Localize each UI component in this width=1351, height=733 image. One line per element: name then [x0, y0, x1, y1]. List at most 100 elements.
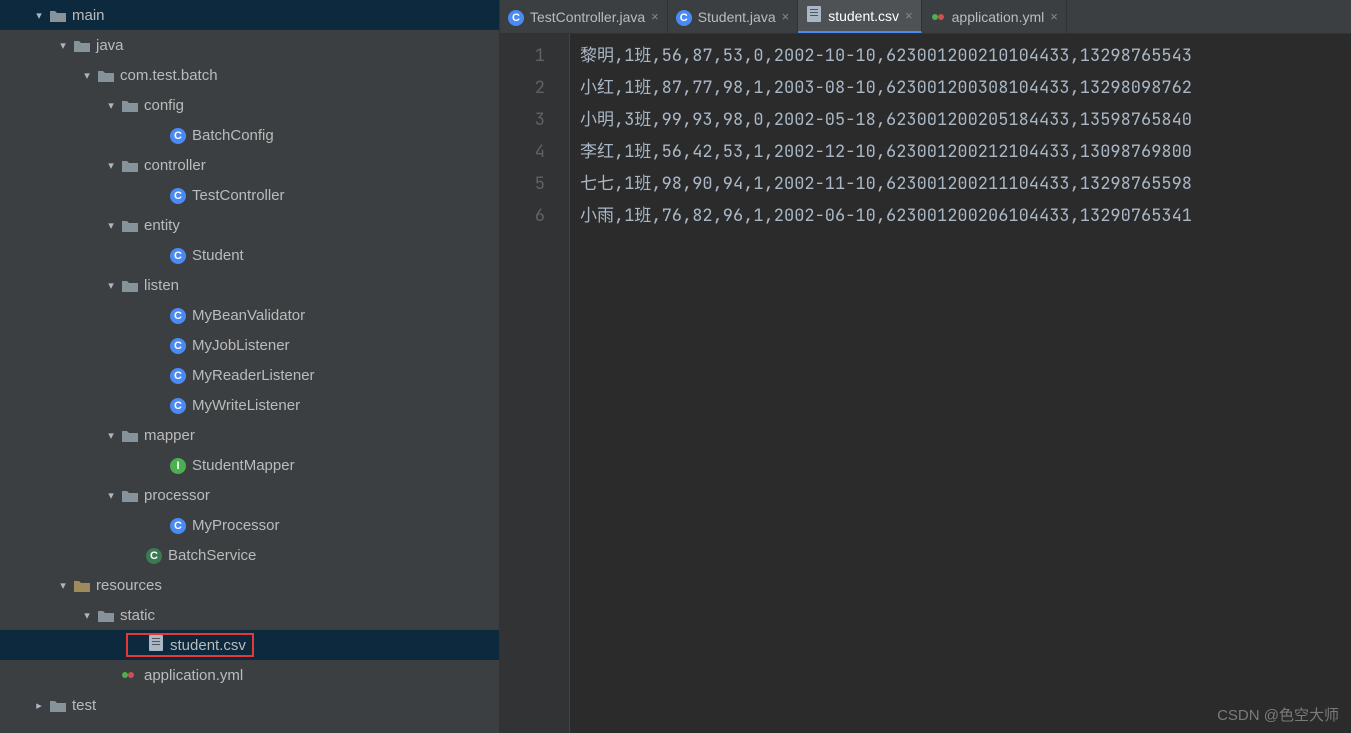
tree-item-processor[interactable]: ▾ processor [0, 480, 499, 510]
tree-item-label: main [72, 7, 105, 24]
editor-area: CTestController.java×CStudent.java×stude… [500, 0, 1351, 733]
tab-label: application.yml [952, 9, 1045, 25]
code-area[interactable]: 黎明,1班,56,87,53,0,2002-10-10,623001200210… [570, 34, 1202, 733]
folder-icon [120, 427, 140, 444]
yml-icon [930, 8, 946, 24]
tree-item-static[interactable]: ▾ static [0, 600, 499, 630]
tree-item-mybeanvalidator[interactable]: CMyBeanValidator [0, 300, 499, 330]
tree-item-label: TestController [192, 187, 285, 204]
tab-application-yml[interactable]: application.yml × [922, 0, 1067, 33]
chevron-icon: ▾ [102, 279, 120, 292]
code-line[interactable]: 小雨,1班,76,82,96,1,2002-06-10,623001200206… [580, 200, 1192, 232]
close-icon[interactable]: × [782, 9, 790, 24]
tree-item-entity[interactable]: ▾entity [0, 210, 499, 240]
tree-item-testcontroller[interactable]: CTestController [0, 180, 499, 210]
code-line[interactable]: 李红,1班,56,42,53,1,2002-12-10,623001200212… [580, 136, 1192, 168]
close-icon[interactable]: × [651, 9, 659, 24]
tree-item-controller[interactable]: ▾ controller [0, 150, 499, 180]
chevron-icon: ▾ [78, 69, 96, 82]
tree-item-application-yml[interactable]: application.yml [0, 660, 499, 690]
code-line[interactable]: 小红,1班,87,77,98,1,2003-08-10,623001200308… [580, 72, 1192, 104]
chevron-icon: ▾ [102, 159, 120, 172]
tab-label: Student.java [698, 9, 776, 25]
project-tree[interactable]: ▾main▾java▾com.test.batch▾configCBatchCo… [0, 0, 500, 733]
folder-icon [96, 607, 116, 624]
class-icon: C [168, 516, 188, 534]
tree-item-label: processor [144, 487, 210, 504]
tree-item-batchservice[interactable]: CBatchService [0, 540, 499, 570]
tree-item-label: config [144, 97, 184, 114]
tree-item-mywritelistener[interactable]: CMyWriteListener [0, 390, 499, 420]
line-number: 1 [500, 40, 545, 72]
tree-item-label: com.test.batch [120, 67, 218, 84]
tree-item-myreaderlistener[interactable]: CMyReaderListener [0, 360, 499, 390]
tab-student-java[interactable]: C Student.java × [668, 0, 798, 33]
tree-item-mapper[interactable]: ▾mapper [0, 420, 499, 450]
class-icon: C [676, 10, 692, 26]
class-icon: C [168, 186, 188, 204]
tree-item-myprocessor[interactable]: CMyProcessor [0, 510, 499, 540]
chevron-icon: ▾ [54, 579, 72, 592]
folder-icon [120, 487, 140, 504]
class-icon: C [168, 396, 188, 414]
class-icon: C [168, 366, 188, 384]
folder-icon [48, 697, 68, 714]
folder-icon [72, 577, 92, 594]
tree-item-label: controller [144, 157, 206, 174]
tree-item-myjoblistener[interactable]: CMyJobListener [0, 330, 499, 360]
tree-item-resources[interactable]: ▾ resources [0, 570, 499, 600]
line-number: 5 [500, 168, 545, 200]
chevron-icon: ▾ [102, 429, 120, 442]
tree-item-listen[interactable]: ▾ listen [0, 270, 499, 300]
tree-item-label: test [72, 697, 96, 714]
tree-item-main[interactable]: ▾ main [0, 0, 499, 30]
code-line[interactable]: 黎明,1班,56,87,53,0,2002-10-10,623001200210… [580, 40, 1192, 72]
line-number: 6 [500, 200, 545, 232]
tree-item-label: java [96, 37, 124, 54]
tree-item-label: resources [96, 577, 162, 594]
folder-icon [48, 7, 68, 24]
watermark: CSDN @色空大师 [1217, 704, 1339, 725]
tree-item-config[interactable]: ▾ config [0, 90, 499, 120]
tree-item-com-test-batch[interactable]: ▾ com.test.batch [0, 60, 499, 90]
tree-item-student[interactable]: CStudent [0, 240, 499, 270]
tree-item-student-csv[interactable]: student.csv [0, 630, 499, 660]
tree-item-java[interactable]: ▾ java [0, 30, 499, 60]
code-line[interactable]: 七七,1班,98,90,94,1,2002-11-10,623001200211… [580, 168, 1192, 200]
line-gutter: 123456 [500, 34, 570, 733]
chevron-icon: ▾ [30, 9, 48, 22]
chevron-icon: ▾ [78, 609, 96, 622]
close-icon[interactable]: × [905, 8, 913, 23]
close-icon[interactable]: × [1050, 9, 1058, 24]
tab-label: TestController.java [530, 9, 645, 25]
tree-item-label: BatchConfig [192, 127, 274, 144]
chevron-icon: ▾ [102, 99, 120, 112]
line-number: 2 [500, 72, 545, 104]
folder-icon [96, 67, 116, 84]
folder-icon [120, 277, 140, 294]
tab-student-csv[interactable]: student.csv× [798, 0, 921, 33]
tree-item-label: Student [192, 247, 244, 264]
tree-item-label: static [120, 607, 155, 624]
folder-icon [120, 217, 140, 234]
tree-item-label: student.csv [170, 637, 246, 654]
tree-item-label: listen [144, 277, 179, 294]
class-icon: C [168, 336, 188, 354]
code-line[interactable]: 小明,3班,99,93,98,0,2002-05-18,623001200205… [580, 104, 1192, 136]
line-number: 4 [500, 136, 545, 168]
tree-item-label: StudentMapper [192, 457, 295, 474]
tab-testcontroller-java[interactable]: CTestController.java× [500, 0, 668, 33]
tree-item-test[interactable]: ▸test [0, 690, 499, 720]
yml-icon [120, 667, 140, 683]
chevron-icon: ▾ [102, 489, 120, 502]
tree-item-label: MyReaderListener [192, 367, 315, 384]
tree-item-studentmapper[interactable]: IStudentMapper [0, 450, 499, 480]
chevron-icon: ▾ [54, 39, 72, 52]
editor-tabs: CTestController.java×CStudent.java×stude… [500, 0, 1351, 34]
class-icon: C [168, 246, 188, 264]
class-icon: C [168, 306, 188, 324]
editor-content: 123456 黎明,1班,56,87,53,0,2002-10-10,62300… [500, 34, 1351, 733]
tree-item-batchconfig[interactable]: CBatchConfig [0, 120, 499, 150]
class-icon: C [168, 126, 188, 144]
tree-item-label: entity [144, 217, 180, 234]
